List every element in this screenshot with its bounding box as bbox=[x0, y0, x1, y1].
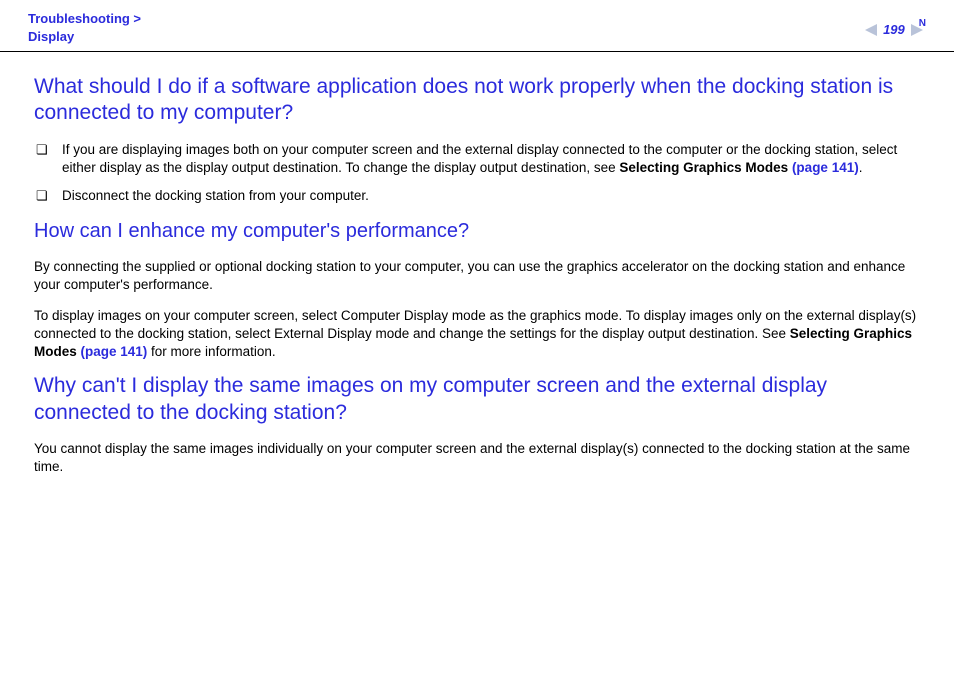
text: . bbox=[859, 160, 863, 175]
paragraph: By connecting the supplied or optional d… bbox=[34, 258, 920, 294]
question-3-heading: Why can't I display the same images on m… bbox=[34, 373, 920, 426]
page-number: 199 bbox=[883, 22, 905, 37]
paragraph: You cannot display the same images indiv… bbox=[34, 440, 920, 476]
text: for more information. bbox=[147, 344, 275, 359]
page-header: Troubleshooting > Display 199 N bbox=[0, 0, 954, 52]
paragraph: To display images on your computer scree… bbox=[34, 307, 920, 362]
breadcrumb-line2: Display bbox=[28, 28, 141, 46]
prev-page-icon[interactable] bbox=[865, 24, 877, 36]
question-1-heading: What should I do if a software applicati… bbox=[34, 74, 920, 127]
question-2-heading: How can I enhance my computer's performa… bbox=[34, 219, 920, 244]
list-item: Disconnect the docking station from your… bbox=[34, 187, 920, 205]
page-content: What should I do if a software applicati… bbox=[0, 52, 954, 476]
question-1-list: If you are displaying images both on you… bbox=[34, 141, 920, 206]
breadcrumb-line1: Troubleshooting > bbox=[28, 10, 141, 28]
pager: 199 N bbox=[865, 22, 926, 37]
page-link[interactable]: (page 141) bbox=[792, 160, 859, 175]
breadcrumb[interactable]: Troubleshooting > Display bbox=[28, 10, 141, 45]
text: To display images on your computer scree… bbox=[34, 308, 916, 341]
page-link[interactable]: (page 141) bbox=[81, 344, 148, 359]
list-item: If you are displaying images both on you… bbox=[34, 141, 920, 177]
bold-text: Selecting Graphics Modes bbox=[619, 160, 792, 175]
n-mark: N bbox=[919, 18, 926, 29]
